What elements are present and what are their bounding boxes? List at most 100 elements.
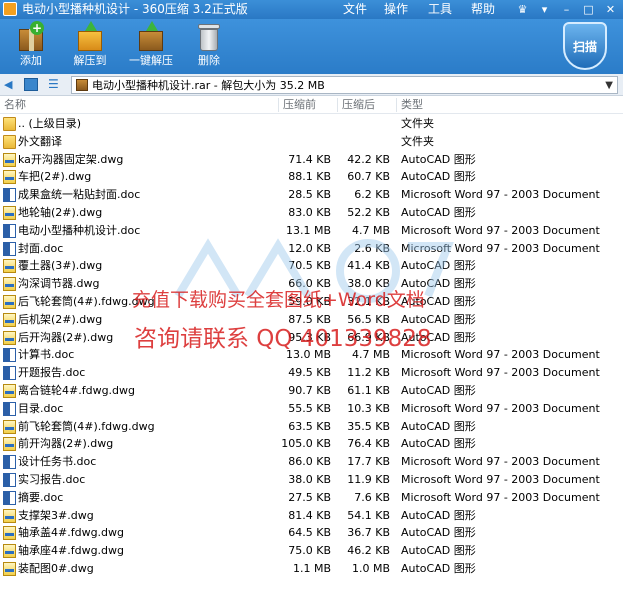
file-packed-size: 88.1 KB bbox=[288, 170, 331, 184]
folder-icon bbox=[3, 117, 16, 131]
app-icon bbox=[3, 2, 17, 16]
one-click-extract-button[interactable]: 一键解压 bbox=[126, 21, 176, 68]
dwg-file-icon bbox=[3, 544, 16, 559]
toolbar: + 添加 解压到 一键解压 删除 扫描 bbox=[0, 19, 623, 74]
dwg-file-icon bbox=[3, 384, 16, 398]
minimize-icon[interactable]: – bbox=[560, 3, 573, 16]
chevron-down-icon[interactable]: ▼ bbox=[605, 78, 613, 93]
delete-label: 删除 bbox=[198, 54, 220, 67]
extract-to-button[interactable]: 解压到 bbox=[65, 21, 115, 68]
add-archive-icon: + bbox=[16, 21, 46, 53]
file-row[interactable]: 装配图0#.dwg 1.1 MB 1.0 MB AutoCAD 图形 bbox=[0, 560, 623, 578]
file-row[interactable]: 成果盒统一粘贴封面.doc 28.5 KB 6.2 KB Microsoft Word… bbox=[0, 186, 623, 204]
file-row[interactable]: 地轮轴(2#).dwg 83.0 KB 52.2 KB AutoCAD 图形 bbox=[0, 204, 623, 222]
column-type[interactable]: 类型 bbox=[401, 98, 423, 112]
file-type: AutoCAD 图形 bbox=[401, 526, 476, 540]
path-field[interactable]: 电动小型播种机设计.rar - 解包大小为 35.2 MB ▼ bbox=[71, 76, 618, 94]
file-name: 离合链轮4#.fdwg.dwg bbox=[18, 384, 136, 397]
file-row[interactable]: 目录.doc 55.5 KB 10.3 KB Microsoft Word 97 - … bbox=[0, 400, 623, 418]
column-packed[interactable]: 压缩前 bbox=[283, 98, 316, 112]
file-type: Microsoft Word 97 - 2003 Document bbox=[401, 188, 600, 202]
word-doc-icon bbox=[3, 473, 16, 487]
file-row[interactable]: 车把(2#).dwg 88.1 KB 60.7 KB AutoCAD 图形 bbox=[0, 168, 623, 186]
file-row[interactable]: 支撑架3#.dwg 81.4 KB 54.1 KB AutoCAD 图形 bbox=[0, 507, 623, 525]
menu-dropdown-icon[interactable]: ▾ bbox=[538, 3, 551, 16]
file-name: 覆土器(3#).dwg bbox=[18, 259, 103, 273]
file-type: AutoCAD 图形 bbox=[401, 437, 476, 451]
window-title: 电动小型播种机设计 - 360压缩 3.2正式版 bbox=[22, 2, 248, 16]
file-packed-size: 27.5 KB bbox=[288, 490, 331, 504]
back-arrow-icon[interactable]: ◀ bbox=[4, 78, 18, 91]
dwg-file-icon bbox=[3, 330, 16, 345]
file-name: 前飞轮套筒(4#).fdwg.dwg bbox=[18, 419, 155, 433]
file-compressed-size: 10.3 KB bbox=[347, 401, 390, 415]
trash-icon bbox=[194, 21, 224, 53]
file-packed-size: 83.0 KB bbox=[288, 206, 331, 219]
file-type: Microsoft Word 97 - 2003 Document bbox=[401, 473, 600, 486]
dwg-file-icon bbox=[3, 206, 16, 220]
add-button[interactable]: + 添加 bbox=[6, 21, 56, 68]
file-name: ka开沟器固定架.dwg bbox=[18, 152, 124, 166]
file-packed-size: 81.4 KB bbox=[288, 508, 331, 522]
menu-tools[interactable]: 工具 bbox=[428, 2, 452, 17]
folder-icon bbox=[3, 134, 16, 149]
dwg-file-icon bbox=[3, 508, 16, 523]
dwg-file-icon bbox=[3, 562, 16, 576]
up-folder-icon[interactable] bbox=[24, 78, 38, 91]
scan-label: 扫描 bbox=[572, 40, 597, 54]
column-name[interactable]: 名称 bbox=[4, 98, 26, 112]
menu-file[interactable]: 文件 bbox=[343, 2, 367, 17]
close-icon[interactable]: ✕ bbox=[604, 3, 617, 16]
menu-operation[interactable]: 操作 bbox=[384, 2, 408, 17]
file-row[interactable]: .. (上级目录) 文件夹 bbox=[0, 115, 623, 133]
file-packed-size: 86.0 KB bbox=[288, 455, 331, 469]
file-row[interactable]: 轴承盖4#.fdwg.dwg 64.5 KB 36.7 KB AutoCAD 图形 bbox=[0, 524, 623, 542]
delete-button[interactable]: 删除 bbox=[184, 21, 234, 68]
file-packed-size: 55.5 KB bbox=[288, 401, 331, 415]
dwg-file-icon bbox=[3, 526, 16, 541]
file-compressed-size: 54.1 KB bbox=[347, 508, 390, 522]
file-row[interactable]: 实习报告.doc 38.0 KB 11.9 KB Microsoft Word 97 … bbox=[0, 471, 623, 489]
file-row[interactable]: 轴承座4#.fdwg.dwg 75.0 KB 46.2 KB AutoCAD 图形 bbox=[0, 542, 623, 560]
archive-icon bbox=[76, 79, 88, 91]
word-doc-icon bbox=[3, 188, 16, 203]
file-row[interactable]: 开题报告.doc 49.5 KB 11.2 KB Microsoft Word 97 … bbox=[0, 364, 623, 382]
word-doc-icon bbox=[3, 348, 16, 363]
file-name: 沟深调节器.dwg bbox=[18, 277, 100, 291]
watermark-line-1: 充值下载购买全套图纸+Word文档 bbox=[132, 289, 425, 311]
file-compressed-size: 11.9 KB bbox=[347, 473, 390, 486]
file-packed-size: 28.5 KB bbox=[288, 188, 331, 202]
file-row[interactable]: 外文翻译 文件夹 bbox=[0, 133, 623, 151]
file-row[interactable]: 摘要.doc 27.5 KB 7.6 KB Microsoft Word 97 - 2… bbox=[0, 489, 623, 507]
file-name: 后机架(2#).dwg bbox=[18, 312, 103, 326]
file-compressed-size: 76.4 KB bbox=[347, 437, 390, 451]
file-compressed-size: 6.2 KB bbox=[354, 188, 390, 202]
file-name: 实习报告.doc bbox=[18, 473, 86, 486]
file-compressed-size: 52.2 KB bbox=[347, 206, 390, 219]
file-row[interactable]: 设计任务书.doc 86.0 KB 17.7 KB Microsoft Word 97… bbox=[0, 453, 623, 471]
file-name: 车把(2#).dwg bbox=[18, 170, 92, 184]
file-name: 后开沟器(2#).dwg bbox=[18, 330, 114, 344]
file-row[interactable]: 离合链轮4#.fdwg.dwg 90.7 KB 61.1 KB AutoCAD 图形 bbox=[0, 382, 623, 400]
file-row[interactable]: 前飞轮套筒(4#).fdwg.dwg 63.5 KB 35.5 KB AutoCAD … bbox=[0, 418, 623, 436]
file-row[interactable]: ka开沟器固定架.dwg 71.4 KB 42.2 KB AutoCAD 图形 bbox=[0, 151, 623, 169]
scan-button[interactable]: 扫描 bbox=[560, 19, 610, 73]
word-doc-icon bbox=[3, 455, 16, 470]
file-name: 封面.doc bbox=[18, 241, 64, 255]
dwg-file-icon bbox=[3, 152, 16, 167]
menu-help[interactable]: 帮助 bbox=[471, 2, 495, 17]
file-name: 外文翻译 bbox=[18, 134, 62, 148]
extract-label: 解压到 bbox=[73, 54, 107, 67]
word-doc-icon bbox=[3, 223, 16, 238]
file-name: 设计任务书.doc bbox=[18, 455, 97, 469]
maximize-icon[interactable]: □ bbox=[582, 3, 595, 16]
file-compressed-size: 7.6 KB bbox=[354, 490, 390, 504]
file-type: AutoCAD 图形 bbox=[401, 206, 476, 219]
dwg-file-icon bbox=[3, 170, 16, 185]
list-view-icon[interactable]: ☰ bbox=[48, 78, 62, 91]
file-compressed-size: 60.7 KB bbox=[347, 170, 390, 184]
tshirt-skin-icon[interactable]: ♛ bbox=[516, 3, 529, 16]
column-size[interactable]: 压缩后 bbox=[342, 98, 375, 112]
file-packed-size: 63.5 KB bbox=[288, 419, 331, 433]
file-row[interactable]: 前开沟器(2#).dwg 105.0 KB 76.4 KB AutoCAD 图形 bbox=[0, 435, 623, 453]
